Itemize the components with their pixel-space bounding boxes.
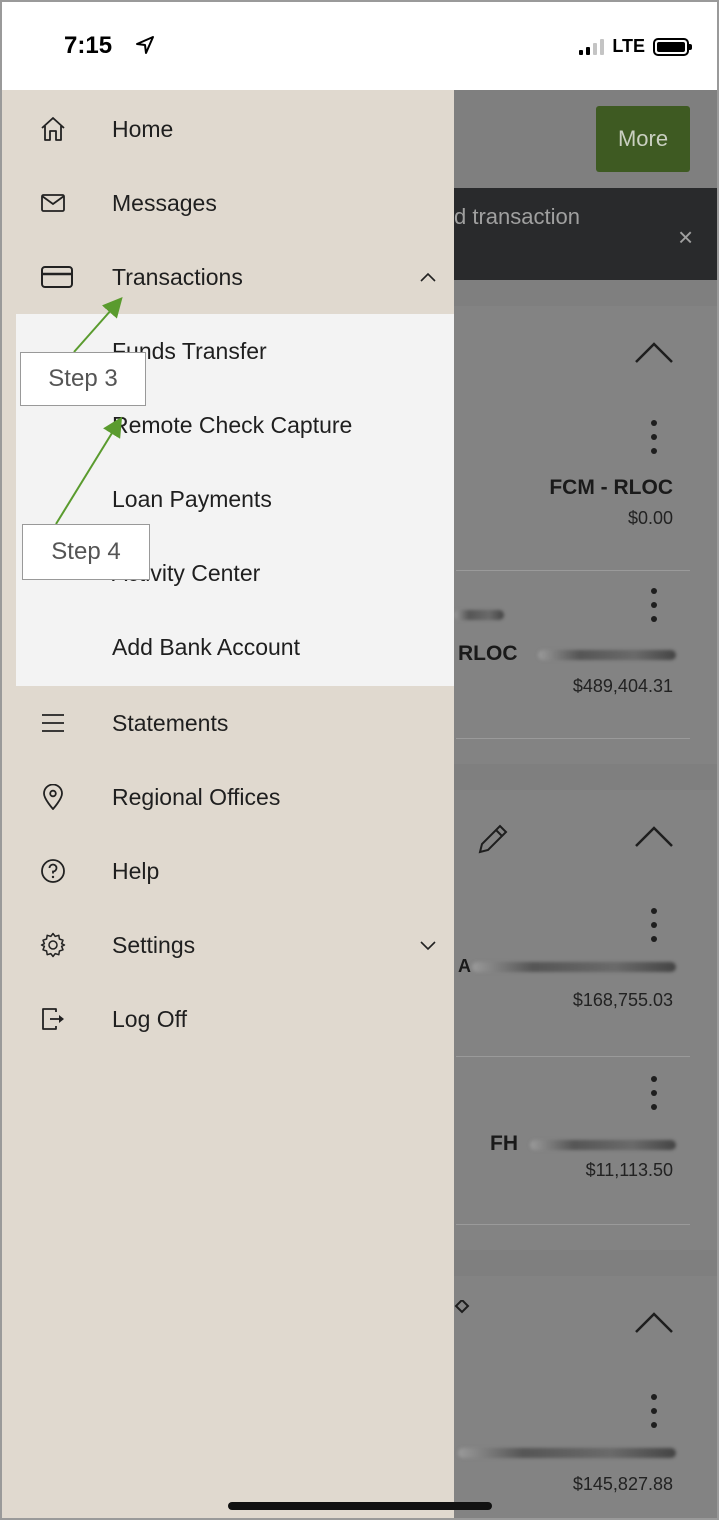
submenu-label: Add Bank Account — [112, 633, 300, 660]
close-icon[interactable]: × — [678, 222, 693, 253]
credit-card-icon — [41, 266, 73, 288]
redacted-text — [538, 650, 676, 660]
question-circle-icon — [41, 859, 65, 883]
kebab-menu-icon[interactable] — [648, 1076, 660, 1116]
network-label: LTE — [612, 36, 645, 56]
kebab-menu-icon[interactable] — [648, 908, 660, 948]
menu-item-statements[interactable]: Statements — [2, 686, 454, 760]
kebab-menu-icon[interactable] — [648, 1394, 660, 1434]
redacted-text — [454, 610, 504, 620]
menu-label-transactions: Transactions — [112, 263, 243, 290]
side-menu-drawer: Home Messages Transactions Funds Transfe… — [2, 90, 454, 1518]
signal-icon — [579, 38, 605, 55]
divider — [456, 1056, 690, 1057]
menu-label-regional-offices: Regional Offices — [112, 783, 281, 810]
menu-label-statements: Statements — [112, 709, 229, 736]
menu-label-home: Home — [112, 115, 174, 142]
chevron-up-icon[interactable] — [634, 1310, 674, 1334]
pencil-icon[interactable] — [454, 1300, 474, 1322]
phone-screen: 7:15 LTE More d transaction × FCM - RLOC… — [0, 0, 719, 1520]
submenu-label: Remote Check Capture — [112, 411, 353, 438]
banner-text: d transaction — [454, 204, 580, 229]
battery-icon — [653, 37, 692, 56]
account-name: FH — [490, 1132, 518, 1155]
account-amount: $11,113.50 — [585, 1160, 673, 1180]
status-time: 7:15 — [64, 32, 113, 59]
pencil-icon[interactable] — [474, 820, 512, 858]
menu-item-help[interactable]: Help — [2, 834, 454, 908]
hamburger-icon — [42, 714, 64, 732]
kebab-menu-icon[interactable] — [648, 588, 660, 628]
step-4-label: Step 4 — [22, 524, 150, 580]
menu-item-home[interactable]: Home — [2, 92, 454, 166]
account-amount: $489,404.31 — [572, 676, 673, 696]
menu-item-settings[interactable]: Settings — [2, 908, 454, 982]
step-3-label: Step 3 — [20, 352, 146, 406]
status-bar: 7:15 LTE — [2, 2, 717, 90]
chevron-up-icon — [420, 272, 436, 282]
account-amount: $0.00 — [627, 508, 673, 528]
menu-item-transactions[interactable]: Transactions — [2, 240, 454, 314]
menu-item-messages[interactable]: Messages — [2, 166, 454, 240]
submenu-label: Loan Payments — [112, 485, 272, 512]
redacted-text — [530, 1140, 676, 1150]
menu-item-log-off[interactable]: Log Off — [2, 982, 454, 1056]
account-name: FCM - RLOC — [549, 476, 673, 499]
menu-label-settings: Settings — [112, 931, 196, 958]
more-button[interactable]: More — [596, 106, 690, 172]
submenu-item-add-bank-account[interactable]: Add Bank Account — [2, 610, 454, 684]
divider — [456, 1224, 690, 1225]
home-icon — [41, 117, 65, 141]
redacted-text — [458, 1448, 676, 1458]
kebab-menu-icon[interactable] — [648, 420, 660, 460]
menu-label-log-off: Log Off — [112, 1005, 188, 1032]
location-arrow-icon — [136, 36, 154, 54]
log-off-icon — [42, 1008, 64, 1030]
menu-label-help: Help — [112, 857, 160, 884]
chevron-down-icon — [420, 941, 436, 951]
menu-label-messages: Messages — [112, 189, 217, 216]
home-indicator[interactable] — [228, 1502, 492, 1510]
redacted-text — [472, 962, 676, 972]
chevron-up-icon[interactable] — [634, 340, 674, 364]
account-name: A — [458, 956, 471, 976]
menu-item-regional-offices[interactable]: Regional Offices — [2, 760, 454, 834]
chevron-up-icon[interactable] — [634, 824, 674, 848]
account-name: RLOC — [458, 642, 518, 665]
location-pin-icon — [43, 784, 63, 810]
gear-icon — [40, 932, 66, 958]
envelope-icon — [41, 194, 65, 212]
account-amount: $168,755.03 — [572, 990, 673, 1010]
divider — [456, 570, 690, 571]
status-indicators: LTE — [579, 36, 692, 57]
divider — [456, 738, 690, 739]
account-amount: $145,827.88 — [572, 1474, 673, 1494]
